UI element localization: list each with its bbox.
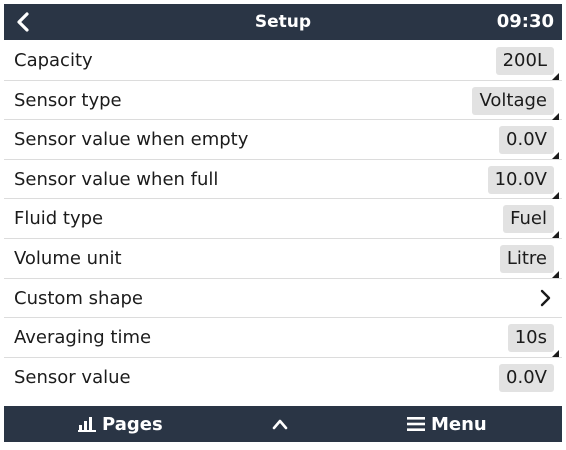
setting-row-custom-shape[interactable]: Custom shape <box>4 278 562 319</box>
setting-value[interactable]: 10.0V <box>487 165 560 199</box>
setting-value[interactable]: 10s <box>507 324 560 358</box>
setting-label: Sensor value when empty <box>14 129 249 151</box>
setting-value[interactable]: Litre <box>499 244 560 278</box>
menu-button[interactable]: Menu <box>407 406 487 442</box>
setting-label: Fluid type <box>14 208 104 230</box>
pages-button[interactable]: Pages <box>78 406 163 442</box>
menu-label: Menu <box>431 413 487 435</box>
setting-label: Sensor value when full <box>14 168 219 190</box>
footer-bar: Pages Menu <box>4 406 562 442</box>
setting-label: Capacity <box>14 50 93 71</box>
header-bar: Setup 09:30 <box>4 4 562 40</box>
setting-row-capacity[interactable]: Capacity 200L <box>4 41 562 81</box>
setting-row-fluid-type[interactable]: Fluid type Fuel <box>4 199 562 239</box>
setting-value[interactable]: 0.0V <box>499 126 559 160</box>
bar-chart-icon <box>78 417 96 432</box>
setting-label: Volume unit <box>14 247 122 269</box>
pages-label: Pages <box>102 413 163 435</box>
setting-label: Sensor value <box>14 366 131 388</box>
setting-label: Custom shape <box>14 287 143 309</box>
setting-value[interactable]: 200L <box>495 47 560 80</box>
setting-label: Sensor type <box>14 89 122 111</box>
chevron-right-icon <box>536 279 554 318</box>
settings-list: Capacity 200L Sensor type Voltage Sensor… <box>4 41 562 398</box>
scroll-up-button[interactable] <box>272 406 294 442</box>
setting-row-averaging-time[interactable]: Averaging time 10s <box>4 318 562 358</box>
hamburger-icon <box>407 417 425 431</box>
page-title: Setup <box>254 12 312 32</box>
setting-row-volume-unit[interactable]: Volume unit Litre <box>4 238 562 279</box>
setup-screen: Setup 09:30 Capacity 200L Sensor type Vo… <box>4 4 562 442</box>
setting-value[interactable]: Fuel <box>503 205 559 239</box>
setting-value[interactable]: Voltage <box>472 86 559 120</box>
setting-row-sensor-value: Sensor value 0.0V <box>4 357 562 398</box>
setting-row-sensor-value-empty[interactable]: Sensor value when empty 0.0V <box>4 120 562 160</box>
setting-value-readonly: 0.0V <box>499 363 554 392</box>
setting-label: Averaging time <box>14 327 152 349</box>
setting-row-sensor-value-full[interactable]: Sensor value when full 10.0V <box>4 159 562 200</box>
chevron-up-icon <box>272 419 288 430</box>
setting-row-sensor-type[interactable]: Sensor type Voltage <box>4 80 562 121</box>
clock: 09:30 <box>496 11 554 32</box>
